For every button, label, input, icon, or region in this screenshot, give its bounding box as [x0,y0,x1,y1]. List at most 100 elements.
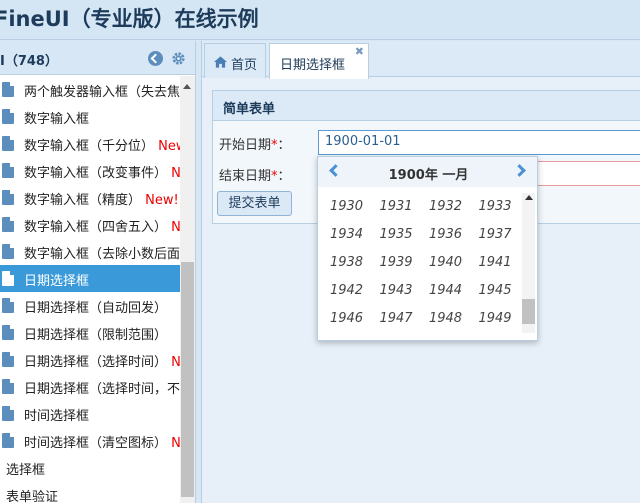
year-cell[interactable]: 1940 [421,249,470,277]
tab-home[interactable]: 首页 [204,43,266,78]
year-cell[interactable]: 1947 [372,305,421,333]
sidebar-item[interactable]: 数字输入框（去除小数后面 [0,238,180,265]
sidebar-item[interactable]: 日期选择框（限制范围） [0,319,180,346]
new-badge: N [171,166,180,181]
year-cell[interactable]: 1937 [471,221,520,249]
picker-title[interactable]: 1900年 一月 [318,164,539,183]
sidebar-group-validation[interactable]: 表单验证 [0,481,180,503]
year-cell[interactable]: 1945 [471,277,520,305]
new-badge: N [171,220,180,235]
sidebar-item[interactable]: 数字输入框 [0,103,180,130]
sidebar-item-label: 数字输入框（改变事件） [24,166,172,181]
year-cell[interactable]: 1933 [471,193,520,221]
tab-date-picker[interactable]: 日期选择框 ✖ [269,43,369,79]
sidebar: I（748） 两个触发器输入框（失去焦 数字输入框 数字输入框（千分位） New… [0,41,196,503]
year-cell[interactable]: 1944 [421,277,470,305]
file-icon [2,217,14,232]
file-icon [2,325,14,340]
new-badge: N [171,355,180,370]
sidebar-item-label: 数字输入框（精度） [24,193,146,208]
date-picker-popup: 1900年 一月 1930 1931 1932 1933 1934 1935 1936 193… [317,156,538,341]
sidebar-item-label: 两个触发器输入框（失去焦 [24,85,180,100]
app-title: FineUI（专业版）在线示例 [0,7,259,31]
year-cell[interactable]: 1931 [372,193,421,221]
sidebar-item[interactable]: 数字输入框（四舍五入） N [0,211,180,238]
start-date-label: 开始日期*： [219,138,291,153]
sidebar-item-active[interactable]: 日期选择框 [0,265,180,292]
sidebar-item-label: 日期选择框（选择时间，不 [24,382,180,397]
sidebar-group-select[interactable]: 选择框 [0,454,180,481]
scroll-up-icon[interactable] [525,195,533,200]
start-date-input[interactable]: 1900-01-01 [318,130,640,155]
sidebar-item-label: 数字输入框（千分位） [24,139,159,154]
year-cell[interactable]: 1934 [322,221,371,249]
collapse-icon[interactable] [148,51,163,66]
year-cell[interactable]: 1949 [471,305,520,333]
sidebar-item-label: 数字输入框 [24,112,90,127]
file-icon [2,298,14,313]
sidebar-item[interactable]: 数字输入框（千分位） New [0,130,180,157]
year-cell[interactable]: 1942 [322,277,371,305]
end-date-label: 结束日期*： [219,169,291,184]
year-cell[interactable]: 1946 [322,305,371,333]
file-icon [2,190,14,205]
gear-icon[interactable] [171,51,186,66]
file-icon [2,433,14,448]
new-badge: New! [145,193,179,208]
sidebar-item-label: 日期选择框（选择时间） [24,355,172,370]
sidebar-scrollbar[interactable] [180,76,195,503]
app-header: FineUI（专业版）在线示例 [0,0,640,40]
panel-header: 简单表单 [213,91,640,121]
sidebar-tree: 两个触发器输入框（失去焦 数字输入框 数字输入框（千分位） New 数字输入框（… [0,76,180,503]
file-icon [2,271,14,286]
sidebar-header: I（748） [0,41,195,75]
sidebar-item-label: 时间选择框（清空图标） [24,436,172,451]
year-cell[interactable]: 1936 [421,221,470,249]
sidebar-item[interactable]: 时间选择框 [0,400,180,427]
year-cell[interactable]: 1938 [322,249,371,277]
sidebar-item[interactable]: 数字输入框（改变事件） N [0,157,180,184]
sidebar-item[interactable]: 两个触发器输入框（失去焦 [0,76,180,103]
year-cell[interactable]: 1930 [322,193,371,221]
home-icon [214,56,227,68]
panel-title: 简单表单 [223,102,276,117]
year-cell[interactable]: 1939 [372,249,421,277]
sidebar-item-label: 日期选择框（限制范围） [24,328,168,343]
scrollbar-thumb[interactable] [181,262,194,497]
file-icon [2,163,14,178]
tab-label: 日期选择框 [280,58,346,73]
year-cell[interactable]: 1932 [421,193,470,221]
file-icon [2,109,14,124]
sidebar-item-label: 日期选择框（自动回发） [24,301,168,316]
file-icon [2,82,14,97]
sidebar-item-label: 数字输入框（去除小数后面 [24,247,180,262]
file-icon [2,406,14,421]
sidebar-item-label: 时间选择框 [24,409,90,424]
tab-label: 首页 [231,58,258,73]
sidebar-item[interactable]: 数字输入框（精度） New! [0,184,180,211]
sidebar-item[interactable]: 时间选择框（清空图标） N [0,427,180,454]
sidebar-item[interactable]: 日期选择框（选择时间，不 [0,373,180,400]
sidebar-item-label: 数字输入框（四舍五入） [24,220,172,235]
year-cell[interactable]: 1941 [471,249,520,277]
sidebar-item-label: 日期选择框 [24,274,90,289]
close-icon[interactable]: ✖ [355,45,364,58]
scroll-up-icon[interactable] [183,84,191,89]
year-cell[interactable]: 1935 [372,221,421,249]
submit-button[interactable]: 提交表单 [217,191,292,216]
sidebar-item[interactable]: 日期选择框（选择时间） N [0,346,180,373]
file-icon [2,352,14,367]
sidebar-item[interactable]: 日期选择框（自动回发） [0,292,180,319]
picker-scrollbar[interactable] [522,193,535,333]
sidebar-group-label: 表单验证 [6,490,59,503]
file-icon [2,244,14,259]
picker-header: 1900年 一月 [318,157,537,187]
year-cell[interactable]: 1943 [372,277,421,305]
sidebar-title: I（748） [0,54,58,69]
new-badge: N [171,436,180,451]
sidebar-group-label: 选择框 [6,463,46,478]
year-cell[interactable]: 1948 [421,305,470,333]
file-icon [2,136,14,151]
scrollbar-thumb[interactable] [522,299,535,324]
year-grid: 1930 1931 1932 1933 1934 1935 1936 1937 1938 1939… [318,193,522,333]
